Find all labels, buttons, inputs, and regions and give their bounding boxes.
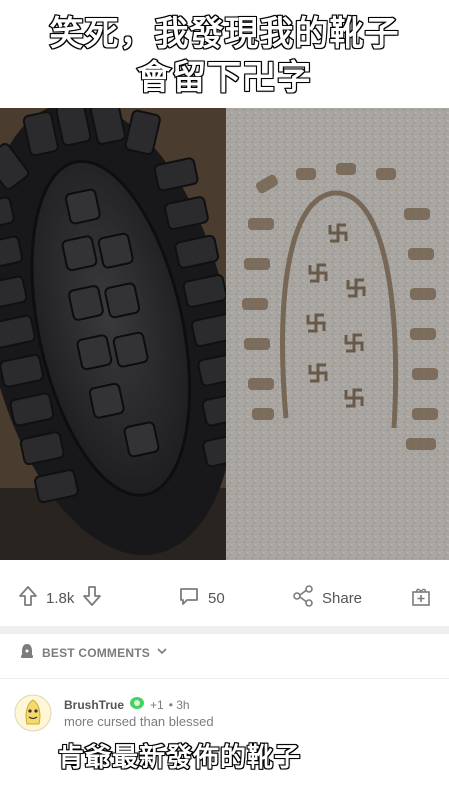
comment-item: BrushTrue +1 • 3h more cursed than bless… (14, 690, 434, 738)
comments-separator (0, 678, 449, 679)
comment-time: • 3h (168, 697, 190, 712)
meme-caption-second: 會留下卍字 (136, 57, 312, 99)
downvote-icon[interactable] (82, 585, 102, 611)
boot-sole-photo[interactable] (0, 108, 226, 560)
vote-group: 1.8k (18, 575, 102, 621)
chevron-down-icon (156, 645, 168, 660)
footprint-photo[interactable] (226, 108, 449, 560)
meme-caption-top: 笑死，我發現我的靴子 (49, 13, 400, 55)
lock-icon (18, 642, 36, 663)
comment-meta: BrushTrue +1 • 3h (64, 696, 190, 713)
comment-count: 50 (208, 589, 225, 607)
award-icon (410, 585, 432, 611)
upvote-icon[interactable] (18, 585, 38, 611)
sort-label: BEST COMMENTS (42, 645, 150, 660)
comments-button[interactable]: 50 (178, 575, 225, 621)
upvote-count: 1.8k (46, 589, 75, 607)
share-label: Share (322, 589, 363, 607)
avatar-icon[interactable] (14, 694, 52, 732)
post-action-bar: 1.8k 50 Share (0, 575, 449, 621)
comment-sort-selector[interactable]: BEST COMMENTS (18, 642, 168, 663)
comment-flair: +1 (150, 697, 164, 712)
comment-body: more cursed than blessed (64, 714, 214, 729)
share-icon (292, 585, 314, 611)
section-divider (0, 626, 449, 634)
award-button[interactable] (410, 575, 432, 621)
award-badge-icon (129, 696, 145, 713)
meme-caption-bottom: 肯爺最新發佈的靴子 (57, 742, 302, 774)
comment-username[interactable]: BrushTrue (64, 698, 124, 712)
comment-icon (178, 585, 200, 611)
share-button[interactable]: Share (292, 575, 362, 621)
